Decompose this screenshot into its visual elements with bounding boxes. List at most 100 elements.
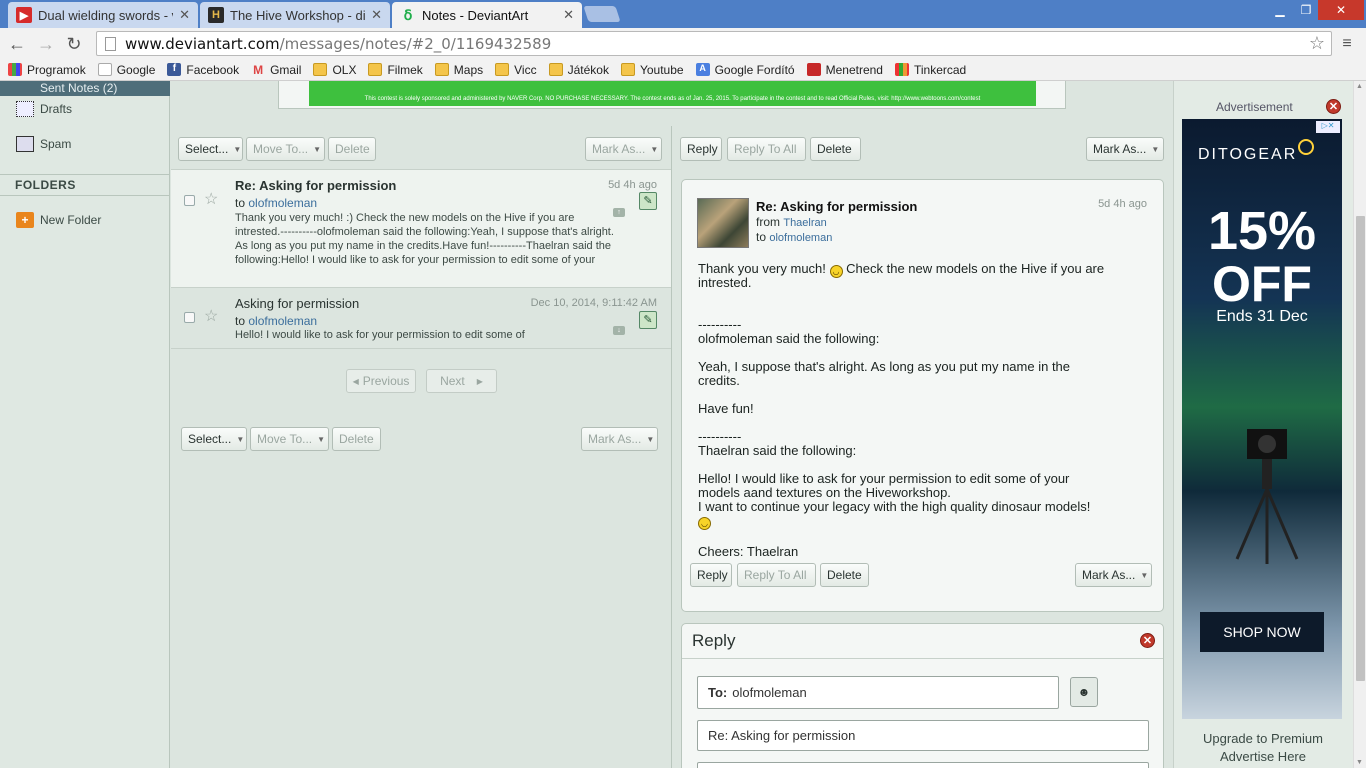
mark-as-dropdown-bottom[interactable]: Mark As... ▼ [581, 427, 658, 451]
close-tab-icon[interactable]: ✕ [371, 7, 382, 23]
sender-link[interactable]: Thaelran [783, 217, 826, 229]
drafts-icon [16, 101, 34, 117]
deviantart-notes-page: Sent Notes (2) Drafts Spam FOLDERS + New … [0, 81, 1366, 768]
sender-avatar[interactable] [697, 198, 749, 248]
reply-button[interactable]: Reply [680, 137, 722, 161]
star-icon[interactable]: ☆ [204, 189, 218, 209]
new-tab-button[interactable] [583, 6, 621, 22]
hive-icon: H [208, 7, 224, 23]
sidebar-item-drafts[interactable]: Drafts [16, 101, 72, 117]
recipient-link[interactable]: olofmoleman [769, 232, 832, 244]
list-item[interactable]: ☆ Asking for permission Dec 10, 2014, 9:… [171, 288, 671, 349]
list-item[interactable]: ☆ Re: Asking for permission 5d 4h ago to… [171, 170, 671, 288]
contest-banner[interactable]: This contest is solely sponsored and adm… [278, 81, 1066, 109]
reply-to-all-button[interactable]: Reply To All [727, 137, 806, 161]
bookmark-star-icon[interactable]: ☆ [1309, 33, 1325, 54]
close-tab-icon[interactable]: ✕ [179, 7, 190, 23]
menu-icon[interactable]: ≡ [1337, 34, 1357, 54]
forward-icon[interactable]: → [36, 34, 56, 54]
ditogear-ad[interactable]: ▷✕ DITOGEAR 15% OFF Ends 31 Dec SHOP NOW [1182, 119, 1342, 719]
tinkercad-icon [894, 63, 909, 76]
add-recipient-icon[interactable]: ☻ [1070, 677, 1098, 707]
bookmark-gmail[interactable]: M Gmail [251, 63, 301, 78]
bookmark-programok[interactable]: Programok [8, 63, 86, 77]
subject-field[interactable]: Re: Asking for permission [697, 720, 1149, 751]
bookmark-vicc[interactable]: Vicc [495, 63, 537, 77]
bookmark-maps[interactable]: Maps [434, 63, 483, 77]
reply-to-all-button-bottom[interactable]: Reply To All [737, 563, 816, 587]
mark-as-dropdown[interactable]: Mark As... ▼ [585, 137, 662, 161]
bookmark-tinkercad[interactable]: Tinkercad [894, 63, 966, 77]
sidebar-item-spam[interactable]: Spam [16, 136, 71, 152]
close-window-icon[interactable]: ✕ [1318, 0, 1364, 20]
tab-deviantart[interactable]: ẟ Notes - DeviantArt ✕ [392, 2, 582, 28]
bookmark-jatekok[interactable]: Játékok [548, 63, 609, 77]
adchoices-icon[interactable]: ▷✕ [1316, 121, 1340, 133]
scrollbar-thumb[interactable] [1356, 216, 1365, 681]
new-folder-link[interactable]: + New Folder [16, 212, 101, 228]
chevron-right-icon: ▶ [476, 376, 483, 386]
bookmark-youtube[interactable]: Youtube [620, 63, 684, 77]
page-icon [105, 36, 116, 51]
url-path: /messages/notes/#2_0/1169432589 [279, 34, 552, 53]
scroll-down-icon[interactable]: ▼ [1356, 759, 1363, 766]
reload-icon[interactable]: ↻ [64, 34, 84, 54]
ad-column: Advertisement ✕ ▷✕ DITOGEAR 15% OFF Ends… [1173, 81, 1353, 768]
recipient-link[interactable]: olofmoleman [248, 314, 317, 328]
upgrade-premium-link[interactable]: Upgrade to Premium Advertise Here [1174, 730, 1352, 766]
back-icon[interactable]: ← [7, 34, 27, 54]
bookmark-olx[interactable]: OLX [313, 63, 356, 77]
mark-as-note-dropdown-bottom[interactable]: Mark As... ▼ [1075, 563, 1152, 587]
select-dropdown[interactable]: Select... ▼ [178, 137, 243, 161]
address-bar[interactable]: www.deviantart.com/messages/notes/#2_0/1… [96, 31, 1332, 56]
delete-note-button-bottom[interactable]: Delete [820, 563, 869, 587]
next-page-button[interactable]: Next ▶ [426, 369, 497, 393]
message-checkbox[interactable] [184, 312, 195, 323]
move-to-dropdown[interactable]: Move To... ▼ [246, 137, 325, 161]
delete-button[interactable]: Delete [328, 137, 376, 161]
smiley-icon: ◡ [698, 517, 711, 530]
open-message-icon[interactable]: ✎ [639, 311, 657, 329]
to-field[interactable]: To: olofmoleman [697, 676, 1059, 709]
reply-button-bottom[interactable]: Reply [690, 563, 732, 587]
scroll-up-icon[interactable]: ▲ [1356, 83, 1363, 90]
chevron-down-icon: ▼ [236, 434, 245, 444]
previous-page-button[interactable]: ◀ Previous [346, 369, 416, 393]
banner-text: This contest is solely sponsored and adm… [309, 81, 1036, 106]
recipient-link[interactable]: olofmoleman [248, 196, 317, 210]
message-subject: Re: Asking for permission [235, 178, 397, 193]
move-to-dropdown-bottom[interactable]: Move To... ▼ [250, 427, 329, 451]
tab-hive-workshop[interactable]: H The Hive Workshop - dino ✕ [200, 2, 390, 28]
bookmark-filmek[interactable]: Filmek [368, 63, 423, 77]
chevron-down-icon: ▼ [646, 434, 655, 444]
delete-button-bottom[interactable]: Delete [332, 427, 381, 451]
open-message-icon[interactable]: ✎ [639, 192, 657, 210]
message-checkbox[interactable] [184, 195, 195, 206]
message-date: 5d 4h ago [608, 179, 657, 191]
message-date: Dec 10, 2014, 9:11:42 AM [530, 297, 657, 309]
sidebar-item-sent-notes[interactable]: Sent Notes (2) [0, 81, 170, 96]
bookmark-menetrend[interactable]: Menetrend [806, 63, 883, 77]
shop-now-button[interactable]: SHOP NOW [1200, 612, 1324, 652]
mark-as-note-dropdown[interactable]: Mark As... ▼ [1086, 137, 1164, 161]
tab-youtube[interactable]: ▶ Dual wielding swords - via ✕ [8, 2, 198, 28]
message-subject: Asking for permission [235, 296, 360, 311]
restore-icon[interactable]: ❐ [1294, 0, 1318, 20]
chevron-down-icon: ▼ [313, 144, 322, 154]
delete-note-button[interactable]: Delete [810, 137, 861, 161]
close-ad-icon[interactable]: ✕ [1326, 99, 1341, 114]
minimize-icon[interactable]: ▁ [1268, 0, 1292, 20]
add-folder-icon: + [16, 212, 34, 228]
bookmark-facebook[interactable]: f Facebook [167, 63, 239, 77]
note-viewer: Re: Asking for permission 5d 4h ago from… [681, 179, 1164, 612]
chevron-down-icon: ▼ [1151, 144, 1160, 154]
folders-heading: FOLDERS [0, 174, 170, 196]
close-tab-icon[interactable]: ✕ [563, 7, 574, 23]
select-dropdown-bottom[interactable]: Select... ▼ [181, 427, 247, 451]
page-scrollbar[interactable]: ▲ ▼ [1353, 81, 1366, 768]
bookmark-google-fordito[interactable]: A Google Fordító [695, 63, 795, 77]
close-reply-icon[interactable]: ✕ [1140, 633, 1155, 648]
message-body-field[interactable] [697, 762, 1149, 768]
star-icon[interactable]: ☆ [204, 306, 218, 326]
bookmark-google[interactable]: Google [97, 63, 155, 77]
